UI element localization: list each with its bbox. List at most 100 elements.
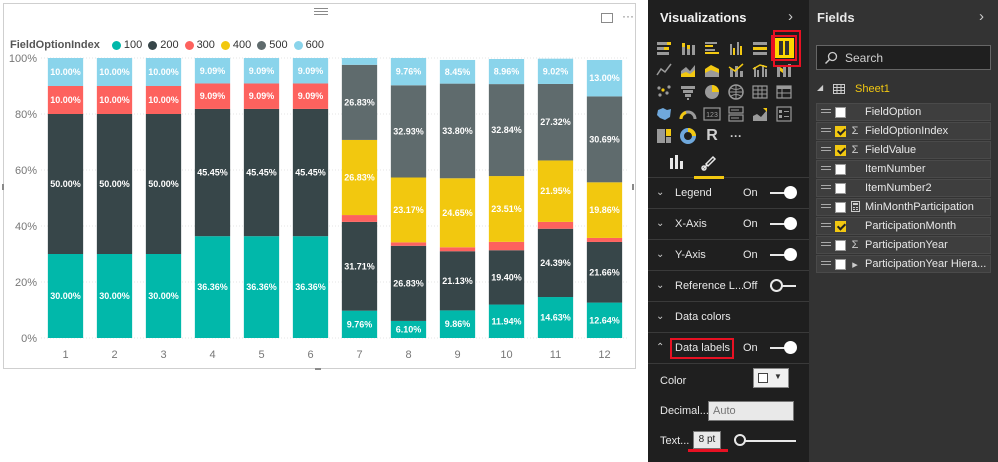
- bar-segment[interactable]: [586, 237, 623, 242]
- matrix-icon[interactable]: [774, 82, 794, 102]
- format-section-y-axis[interactable]: ⌄ Y-Axis On: [648, 240, 809, 271]
- drag-handle-icon[interactable]: [821, 166, 831, 172]
- drag-handle-icon[interactable]: [821, 223, 831, 229]
- drag-handle-icon[interactable]: [821, 185, 831, 191]
- chevron-down-icon[interactable]: ⌄: [656, 280, 664, 291]
- treemap-icon[interactable]: [654, 126, 674, 146]
- map-icon[interactable]: [726, 82, 746, 102]
- format-section-legend[interactable]: ⌄ Legend On: [648, 178, 809, 209]
- stacked-area-icon[interactable]: [702, 60, 722, 80]
- expand-hierarchy-icon[interactable]: ▸: [850, 258, 860, 271]
- scatter-chart-icon[interactable]: [654, 82, 674, 102]
- field-item[interactable]: ItemNumber2: [816, 179, 991, 197]
- drag-handle-icon[interactable]: [821, 242, 831, 248]
- table-icon[interactable]: [750, 82, 770, 102]
- gauge-icon[interactable]: [678, 104, 698, 124]
- report-canvas[interactable]: ··· FieldOptionIndex 100 200 300 400 500 600 …: [0, 0, 648, 462]
- stacked-column-visual[interactable]: ··· FieldOptionIndex 100 200 300 400 500 600 …: [3, 3, 636, 369]
- fields-title: Fields: [817, 10, 855, 25]
- field-checkbox[interactable]: [835, 107, 846, 118]
- field-item[interactable]: Σ FieldOptionIndex: [816, 122, 991, 140]
- field-item[interactable]: FieldOption: [816, 103, 991, 121]
- fields-pane: Fields › ◢ Sheet1 FieldOption Σ FieldOptio…: [809, 0, 998, 462]
- line-chart-icon[interactable]: [654, 60, 674, 80]
- multi-row-card-icon[interactable]: [726, 104, 746, 124]
- toggle-switch[interactable]: [770, 186, 797, 199]
- r-script-icon[interactable]: R: [702, 126, 722, 146]
- chevron-down-icon[interactable]: ⌄: [656, 249, 664, 260]
- decimal-places-input[interactable]: [708, 401, 794, 421]
- field-checkbox[interactable]: [835, 126, 846, 137]
- chevron-down-icon[interactable]: ⌄: [656, 187, 664, 198]
- field-item[interactable]: Σ ParticipationYear: [816, 236, 991, 254]
- data-label: 45.45%: [246, 168, 277, 178]
- donut-icon[interactable]: [678, 126, 698, 146]
- format-section-reference-l[interactable]: ⌄ Reference L... Off: [648, 271, 809, 302]
- search-box[interactable]: [816, 45, 991, 70]
- area-chart-icon[interactable]: [678, 60, 698, 80]
- chevron-right-icon[interactable]: ›: [979, 8, 984, 25]
- toggle-state-label: Off: [743, 280, 758, 292]
- field-item[interactable]: MinMonthParticipation: [816, 198, 991, 216]
- field-checkbox[interactable]: [835, 240, 846, 251]
- chevron-right-icon[interactable]: ›: [788, 8, 793, 25]
- line-clustered-column-icon[interactable]: [750, 60, 770, 80]
- bar-segment[interactable]: [341, 215, 378, 222]
- pie-chart-icon[interactable]: [702, 82, 722, 102]
- format-section-data-colors[interactable]: ⌄ Data colors: [648, 302, 809, 333]
- 100-stacked-bar-icon[interactable]: [750, 38, 770, 58]
- kpi-icon[interactable]: [750, 104, 770, 124]
- toggle-switch[interactable]: [770, 248, 797, 261]
- stacked-column-icon[interactable]: [678, 38, 698, 58]
- bar-segment[interactable]: [537, 221, 574, 229]
- chevron-down-icon[interactable]: ◢: [817, 83, 823, 92]
- funnel-icon[interactable]: [678, 82, 698, 102]
- field-checkbox[interactable]: [835, 145, 846, 156]
- filled-map-icon[interactable]: [654, 104, 674, 124]
- resize-handle[interactable]: [315, 368, 321, 370]
- fields-tab-icon[interactable]: [666, 152, 688, 174]
- field-checkbox[interactable]: [835, 221, 846, 232]
- clustered-bar-icon[interactable]: [702, 38, 722, 58]
- card-icon[interactable]: 123: [702, 104, 722, 124]
- drag-handle-icon[interactable]: [821, 109, 831, 115]
- y-tick-label: 80%: [15, 109, 37, 121]
- toggle-switch[interactable]: [770, 279, 796, 292]
- field-item[interactable]: ▸ ParticipationYear Hiera...: [816, 255, 991, 273]
- text-size-slider-handle[interactable]: [734, 434, 746, 446]
- field-checkbox[interactable]: [835, 202, 846, 213]
- slicer-icon[interactable]: [774, 104, 794, 124]
- data-label: 30.00%: [50, 291, 81, 301]
- field-item[interactable]: ParticipationMonth: [816, 217, 991, 235]
- format-tab-icon[interactable]: [694, 152, 724, 179]
- clustered-column-icon[interactable]: [726, 38, 746, 58]
- bar-segment[interactable]: [488, 241, 525, 251]
- more-icon[interactable]: ···: [726, 126, 746, 146]
- drag-handle-icon[interactable]: [821, 147, 831, 153]
- color-picker[interactable]: ▼: [753, 368, 789, 388]
- chevron-down-icon[interactable]: ⌄: [656, 311, 664, 322]
- field-item[interactable]: ItemNumber: [816, 160, 991, 178]
- bar-segment[interactable]: [390, 242, 427, 246]
- drag-handle-icon[interactable]: [821, 128, 831, 134]
- field-checkbox[interactable]: [835, 183, 846, 194]
- stacked-bar-icon[interactable]: [654, 38, 674, 58]
- line-column-icon[interactable]: [726, 60, 746, 80]
- drag-handle-icon[interactable]: [821, 261, 831, 267]
- data-label: 36.36%: [246, 282, 277, 292]
- field-checkbox[interactable]: [835, 164, 846, 175]
- resize-handle[interactable]: [2, 184, 4, 190]
- toggle-switch[interactable]: [770, 217, 797, 230]
- bar-segment[interactable]: [439, 247, 476, 252]
- field-checkbox[interactable]: [835, 259, 846, 270]
- toggle-switch[interactable]: [770, 341, 797, 354]
- drag-handle-icon[interactable]: [821, 204, 831, 210]
- chevron-up-icon[interactable]: ⌃: [656, 342, 664, 353]
- text-size-input[interactable]: 8 pt: [693, 431, 721, 449]
- field-item[interactable]: Σ FieldValue: [816, 141, 991, 159]
- bar-segment[interactable]: [341, 58, 378, 65]
- chevron-down-icon[interactable]: ⌄: [656, 218, 664, 229]
- format-section-x-axis[interactable]: ⌄ X-Axis On: [648, 209, 809, 240]
- resize-handle[interactable]: [632, 184, 634, 190]
- search-input[interactable]: [845, 49, 985, 67]
